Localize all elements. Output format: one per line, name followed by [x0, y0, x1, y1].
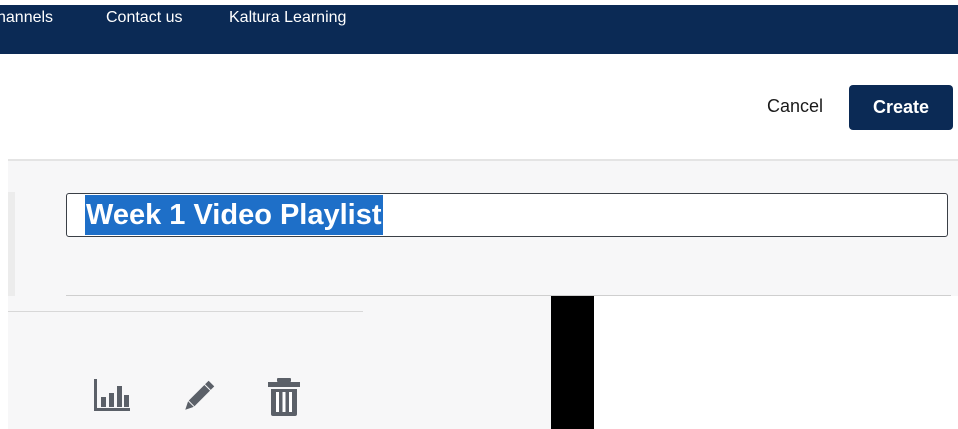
nav-item-kaltura-learning[interactable]: Kaltura Learning	[229, 8, 346, 28]
playlist-title-selected-text: Week 1 Video Playlist	[85, 195, 383, 235]
pencil-icon[interactable]	[178, 377, 218, 417]
form-header: Cancel Create	[0, 54, 958, 159]
details-panel	[594, 296, 958, 429]
left-panel-divider	[8, 311, 363, 312]
create-button[interactable]: Create	[849, 85, 953, 130]
trash-icon[interactable]	[264, 377, 304, 417]
video-preview-edge	[551, 296, 594, 429]
page: hannels Contact us Kaltura Learning Canc…	[0, 0, 958, 429]
playlist-title-input[interactable]: Week 1 Video Playlist	[66, 193, 948, 237]
top-navbar: hannels Contact us Kaltura Learning	[0, 5, 958, 54]
left-panel-edge	[8, 192, 15, 296]
bar-chart-icon[interactable]	[92, 377, 132, 417]
nav-item-contact-us[interactable]: Contact us	[106, 8, 182, 28]
cancel-button[interactable]: Cancel	[767, 96, 823, 117]
nav-item-channels[interactable]: hannels	[0, 8, 53, 28]
